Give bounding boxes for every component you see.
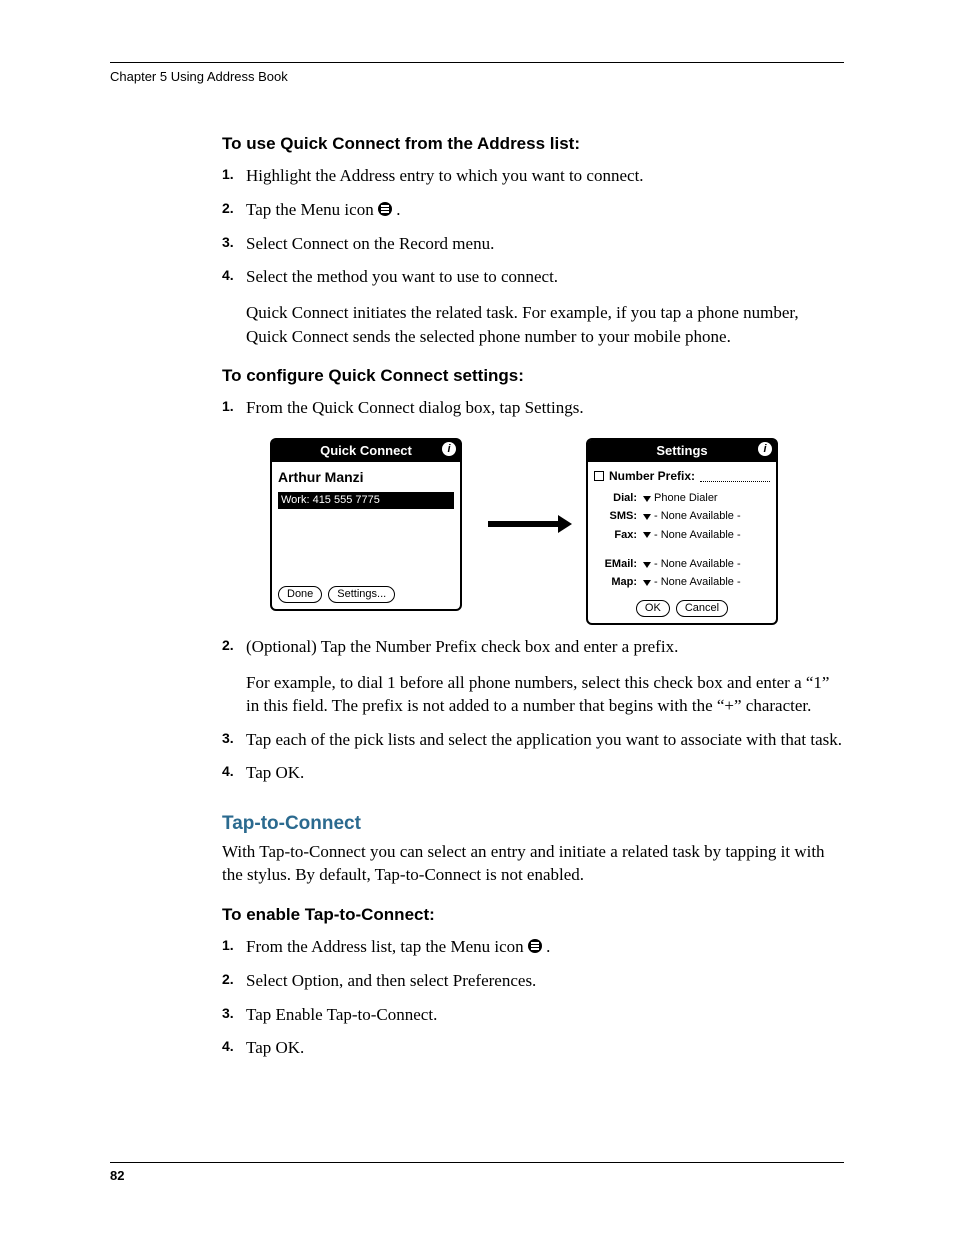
screen-quick-connect: Quick Connect i Arthur Manzi Work: 415 5… — [270, 438, 462, 611]
pick-row-map[interactable]: Map: - None Available - — [594, 575, 770, 590]
selected-phone-entry[interactable]: Work: 415 555 7775 — [278, 492, 454, 509]
step-text: From the Quick Connect dialog box, tap S… — [246, 398, 584, 417]
page-number: 82 — [110, 1168, 124, 1183]
step-text: (Optional) Tap the Number Prefix check b… — [246, 637, 678, 656]
titlebar: Quick Connect i — [272, 440, 460, 462]
step-text: Tap Enable Tap-to-Connect. — [246, 1005, 437, 1024]
pick-row-sms[interactable]: SMS: - None Available - — [594, 509, 770, 524]
step-number: 2. — [222, 970, 234, 990]
step-text: Highlight the Address entry to which you… — [246, 166, 644, 185]
steps-enable-tap: 1. From the Address list, tap the Menu ic… — [222, 935, 844, 1060]
number-prefix-checkbox[interactable] — [594, 471, 604, 481]
settings-button[interactable]: Settings... — [328, 586, 395, 603]
ok-button[interactable]: OK — [636, 600, 670, 617]
cancel-button[interactable]: Cancel — [676, 600, 728, 617]
step-number: 4. — [222, 266, 234, 286]
running-header: Chapter 5 Using Address Book — [110, 69, 844, 84]
step-number: 2. — [222, 636, 234, 656]
chevron-down-icon — [643, 496, 651, 502]
tap-intro-paragraph: With Tap-to-Connect you can select an en… — [222, 841, 844, 887]
titlebar-text: Quick Connect — [320, 443, 412, 458]
step-follow-para: Quick Connect initiates the related task… — [246, 301, 844, 348]
step-number: 1. — [222, 397, 234, 417]
arrow-icon — [488, 521, 560, 527]
chevron-down-icon — [643, 514, 651, 520]
pick-row-email[interactable]: EMail: - None Available - — [594, 557, 770, 572]
footer-rule — [110, 1162, 844, 1163]
chevron-down-icon — [643, 562, 651, 568]
info-icon[interactable]: i — [442, 442, 456, 456]
figure-quick-connect-settings: Quick Connect i Arthur Manzi Work: 415 5… — [270, 438, 844, 625]
subheading-use-quick-connect: To use Quick Connect from the Address li… — [222, 134, 844, 154]
steps-configure: 1. From the Quick Connect dialog box, tap… — [222, 396, 844, 785]
step-number: 1. — [222, 165, 234, 185]
step-text: From the Address list, tap the Menu icon — [246, 937, 524, 956]
number-prefix-label: Number Prefix: — [609, 468, 695, 485]
chevron-down-icon — [643, 532, 651, 538]
screen-settings: Settings i Number Prefix: Dial: Phone Di — [586, 438, 778, 625]
pick-row-dial[interactable]: Dial: Phone Dialer — [594, 491, 770, 506]
contact-name: Arthur Manzi — [278, 468, 454, 488]
chevron-down-icon — [643, 580, 651, 586]
subheading-enable-tap: To enable Tap-to-Connect: — [222, 905, 844, 925]
step-text: Tap OK. — [246, 763, 304, 782]
step-number: 3. — [222, 729, 234, 749]
number-prefix-field[interactable] — [700, 471, 770, 482]
titlebar: Settings i — [588, 440, 776, 462]
step-number: 4. — [222, 762, 234, 782]
step-number: 1. — [222, 936, 234, 956]
step-text: Select Connect on the Record menu. — [246, 234, 494, 253]
header-rule — [110, 62, 844, 63]
menu-icon — [378, 202, 392, 216]
steps-use-quick-connect: 1. Highlight the Address entry to which y… — [222, 164, 844, 348]
step-text: Select Option, and then select Preferenc… — [246, 971, 536, 990]
step-follow-para: For example, to dial 1 before all phone … — [246, 671, 844, 718]
pick-row-fax[interactable]: Fax: - None Available - — [594, 528, 770, 543]
step-number: 4. — [222, 1037, 234, 1057]
step-number: 3. — [222, 1004, 234, 1024]
step-text: Tap the Menu icon — [246, 200, 374, 219]
step-text: Select the method you want to use to con… — [246, 267, 558, 286]
titlebar-text: Settings — [656, 443, 707, 458]
step-text: Tap OK. — [246, 1038, 304, 1057]
step-text: Tap each of the pick lists and select th… — [246, 730, 842, 749]
menu-icon — [528, 939, 542, 953]
info-icon[interactable]: i — [758, 442, 772, 456]
step-number: 2. — [222, 199, 234, 219]
done-button[interactable]: Done — [278, 586, 322, 603]
step-number: 3. — [222, 233, 234, 253]
subheading-configure-quick-connect: To configure Quick Connect settings: — [222, 366, 844, 386]
section-heading-tap-to-connect: Tap-to-Connect — [222, 813, 844, 835]
